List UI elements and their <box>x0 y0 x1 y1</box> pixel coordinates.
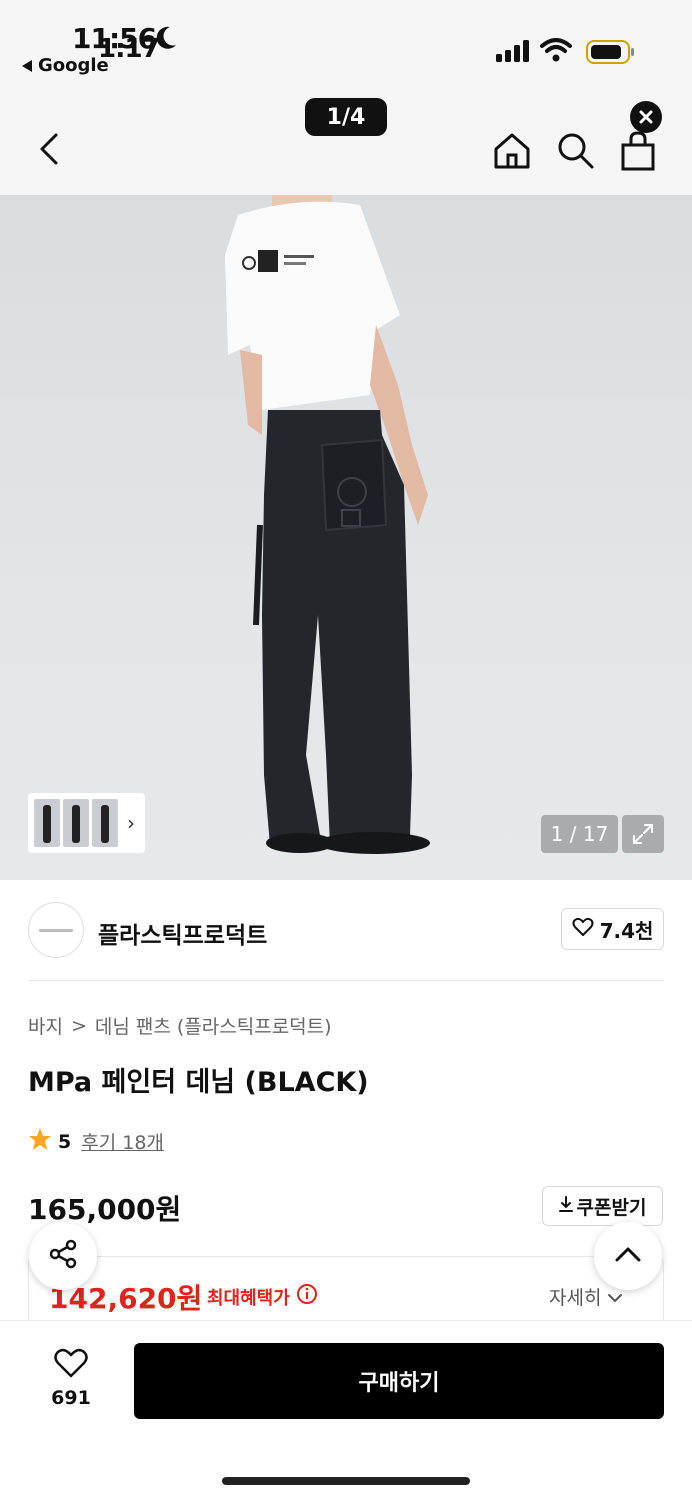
brand-name[interactable]: 플라스틱프로덕트 <box>98 916 267 950</box>
thumbnail-2[interactable] <box>63 799 89 847</box>
battery-icon <box>586 40 636 68</box>
buy-button[interactable]: 구매하기 <box>134 1343 664 1419</box>
brand-like-count: 7.4천 <box>599 918 654 943</box>
bottom-action-bar: 691 구매하기 <box>0 1320 692 1500</box>
product-price: 165,000원 <box>28 1193 182 1226</box>
star-icon <box>28 1127 52 1156</box>
scroll-top-button[interactable] <box>594 1222 662 1290</box>
benefit-detail-toggle[interactable]: 자세히 <box>549 1283 623 1310</box>
image-page-indicator: 1/4 <box>305 98 387 136</box>
share-icon <box>47 1238 79 1274</box>
benefit-label: 최대혜택가 <box>207 1283 318 1310</box>
signal-icon <box>496 40 532 66</box>
heart-icon <box>53 1348 89 1383</box>
breadcrumb-separator: > <box>70 1014 87 1037</box>
home-indicator <box>222 1477 470 1485</box>
wishlist-button[interactable]: 691 <box>40 1347 102 1409</box>
search-icon[interactable] <box>556 131 596 175</box>
back-to-app-link[interactable]: Google <box>22 55 109 76</box>
benefit-box[interactable]: 142,620원 최대혜택가 자세히 <box>28 1256 664 1326</box>
wishlist-count: 691 <box>51 1387 91 1409</box>
breadcrumb: 바지 > 데님 팬츠 (플라스틱프로덕트) <box>28 1012 332 1039</box>
wifi-icon <box>540 38 572 66</box>
coupon-label: 쿠폰받기 <box>576 1196 647 1219</box>
heart-icon <box>572 917 594 942</box>
brand-logo[interactable] <box>28 902 84 958</box>
breadcrumb-subcategory[interactable]: 데님 팬츠 (플라스틱프로덕트) <box>95 1012 332 1039</box>
brand-row[interactable]: 플라스틱프로덕트 7.4천 <box>28 900 664 964</box>
breadcrumb-category[interactable]: 바지 <box>28 1012 63 1039</box>
back-triangle-icon <box>22 59 32 72</box>
moon-icon <box>154 25 178 55</box>
product-photo <box>225 195 430 854</box>
home-icon[interactable] <box>492 131 532 175</box>
reviews-link[interactable]: 후기 18개 <box>81 1128 164 1155</box>
thumbnail-1[interactable] <box>34 799 60 847</box>
thumbnail-strip[interactable]: › <box>28 793 145 853</box>
rating-score: 5 <box>58 1130 72 1153</box>
close-icon[interactable] <box>630 101 662 133</box>
product-title: MPa 페인터 데님 (BLACK) <box>28 1067 369 1098</box>
status-bar: 11:56 1:17 Google <box>0 0 692 95</box>
nav-bar: 1/4 <box>0 95 692 195</box>
brand-logo-mark <box>39 928 73 932</box>
download-icon <box>558 1195 573 1217</box>
info-icon[interactable] <box>296 1283 318 1310</box>
image-counter: 1 / 17 <box>541 815 618 853</box>
back-chevron-icon[interactable] <box>36 131 64 167</box>
shopping-bag-icon[interactable] <box>620 131 656 175</box>
chevron-up-icon <box>615 1246 641 1266</box>
product-image-gallery[interactable]: › 1 / 17 <box>0 195 692 880</box>
expand-icon[interactable] <box>622 815 664 853</box>
share-button[interactable] <box>29 1222 97 1290</box>
detail-label: 자세히 <box>549 1287 602 1309</box>
rating: 5 후기 18개 <box>28 1127 164 1156</box>
thumbnail-3[interactable] <box>92 799 118 847</box>
back-app-label: Google <box>38 55 109 76</box>
coupon-button[interactable]: 쿠폰받기 <box>542 1186 663 1226</box>
divider <box>28 980 664 981</box>
thumbnail-next-chevron-icon[interactable]: › <box>127 811 135 835</box>
brand-like-button[interactable]: 7.4천 <box>561 908 664 950</box>
benefit-label-text: 최대혜택가 <box>207 1287 290 1309</box>
